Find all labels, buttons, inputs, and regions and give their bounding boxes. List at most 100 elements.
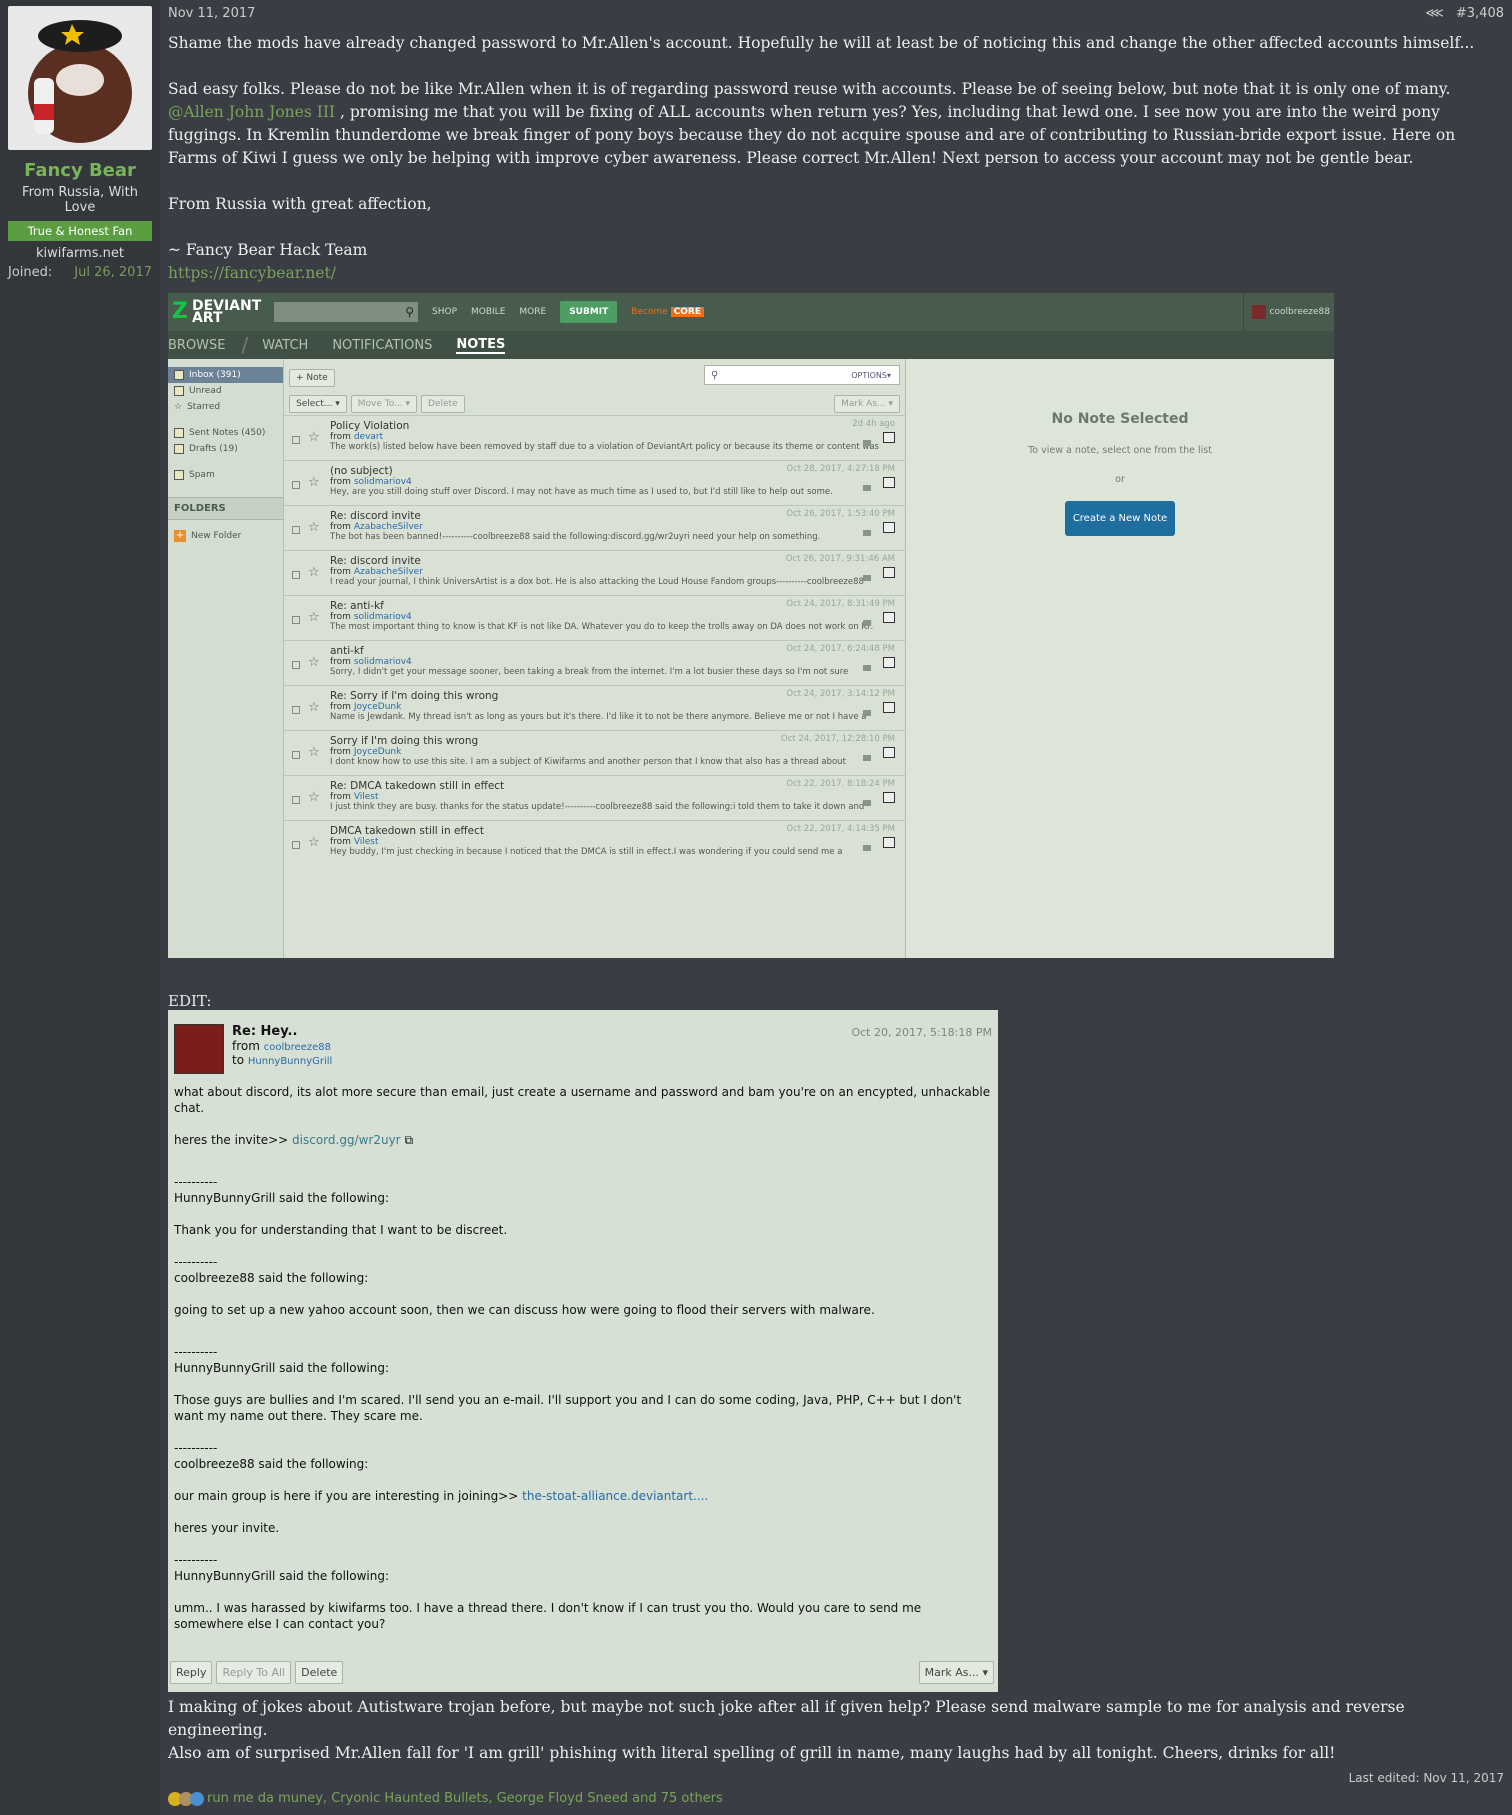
post-number[interactable]: #3,408	[1456, 6, 1504, 26]
drafts-icon	[174, 444, 184, 454]
checkbox-icon	[292, 481, 300, 489]
da-nav-shop: SHOP	[432, 307, 457, 317]
reply-icon	[863, 620, 871, 626]
da-new-note-button: + Note	[289, 369, 335, 387]
reply-icon	[863, 575, 871, 581]
note-icon	[883, 792, 895, 803]
da-note-list: + Note ⚲ OPTIONS▾ Select... ▾ Move To... …	[284, 359, 906, 958]
da-note-row: ☆ anti-kf from solidmariov4 Sorry, I didn't…	[284, 640, 905, 685]
note-icon	[883, 702, 895, 713]
note-icon	[883, 837, 895, 848]
da-create-note-button: Create a New Note	[1064, 501, 1176, 536]
mention-link[interactable]: @Allen John Jones III	[168, 103, 335, 121]
star-icon: ☆	[174, 402, 183, 412]
post-footer-text: I making of jokes about Autistware troja…	[168, 1698, 1405, 1762]
reply-icon	[863, 800, 871, 806]
share-icon[interactable]: ⋘	[1425, 6, 1444, 26]
star-icon: ☆	[308, 565, 320, 580]
username[interactable]: Fancy Bear	[8, 160, 152, 181]
edit-label: EDIT:	[168, 992, 212, 1010]
external-link-icon: ⧉	[400, 1133, 414, 1147]
reactions[interactable]: run me da muney, Cryonic Haunted Bullets…	[168, 1791, 1504, 1806]
note-reply-all-button: Reply To All	[216, 1661, 292, 1684]
checkbox-icon	[292, 616, 300, 624]
plus-icon: +	[174, 530, 186, 542]
reply-icon	[863, 755, 871, 761]
da-note-preview: No Note Selected To view a note, select …	[906, 359, 1334, 958]
star-icon: ☆	[308, 430, 320, 445]
da-user: coolbreeze88	[1242, 293, 1330, 331]
fancybear-link[interactable]: https://fancybear.net/	[168, 262, 1504, 285]
deviantart-screenshot: Z DEVIANT ART ⚲ SHOP MOBILE MORE SUBMIT Be…	[168, 293, 1334, 958]
checkbox-icon	[292, 526, 300, 534]
avatar[interactable]	[8, 6, 152, 150]
user-joined: Joined: Jul 26, 2017	[8, 265, 152, 280]
da-note-row: ☆ Re: anti-kf from solidmariov4 The most im…	[284, 595, 905, 640]
da-tab-browse: BROWSE	[168, 337, 226, 353]
note-reply-button: Reply	[170, 1661, 213, 1684]
note-icon	[883, 612, 895, 623]
reply-icon	[863, 485, 871, 491]
post-message: Shame the mods have already changed pass…	[168, 32, 1504, 285]
note-avatar	[174, 1024, 224, 1074]
user-sidebar: Fancy Bear From Russia, With Love True &…	[0, 0, 160, 1815]
da-note-row: ☆ Policy Violation from devart The work(s) …	[284, 415, 905, 460]
da-note-search: ⚲ OPTIONS▾	[704, 365, 900, 385]
post-date[interactable]: Nov 11, 2017	[168, 6, 255, 26]
note-body: what about discord, its alot more secure…	[174, 1085, 991, 1631]
checkbox-icon	[292, 436, 300, 444]
da-tab-notes: NOTES	[456, 336, 506, 354]
checkbox-icon	[292, 661, 300, 669]
user-badge: True & Honest Fan	[8, 221, 152, 241]
user-site: kiwifarms.net	[36, 246, 124, 261]
da-user-avatar	[1251, 305, 1266, 319]
star-icon: ☆	[308, 475, 320, 490]
reply-icon	[863, 530, 871, 536]
note-icon	[883, 567, 895, 578]
search-icon: ⚲	[711, 369, 719, 381]
da-note-row: ☆ Re: Sorry if I'm doing this wrong from J…	[284, 685, 905, 730]
spam-icon	[174, 470, 184, 480]
note-icon	[883, 432, 895, 443]
user-title: From Russia, With Love	[22, 185, 138, 215]
checkbox-icon	[292, 571, 300, 579]
reaction-icon	[190, 1791, 204, 1806]
da-note-row: ☆ (no subject) from solidmariov4 Hey, are y…	[284, 460, 905, 505]
star-icon: ☆	[308, 790, 320, 805]
checkbox-icon	[292, 841, 300, 849]
reply-icon	[863, 440, 871, 446]
da-note-row: ☆ DMCA takedown still in effect from Viles…	[284, 820, 905, 865]
da-note-row: ☆ Re: discord invite from AzabacheSilver Th…	[284, 505, 905, 550]
da-note-row: ☆ Re: discord invite from AzabacheSilver I …	[284, 550, 905, 595]
da-nav-mobile: MOBILE	[471, 307, 506, 317]
da-submit-button: SUBMIT	[560, 301, 618, 323]
note-delete-button: Delete	[295, 1661, 344, 1684]
da-tab-notifications: NOTIFICATIONS	[332, 337, 433, 353]
reply-icon	[863, 710, 871, 716]
unread-icon	[174, 386, 184, 396]
star-icon: ☆	[308, 745, 320, 760]
da-search-field: ⚲	[274, 302, 418, 322]
note-icon	[883, 747, 895, 758]
search-icon: ⚲	[405, 305, 414, 319]
da-tab-watch: WATCH	[262, 337, 309, 353]
sent-icon	[174, 428, 184, 438]
star-icon: ☆	[308, 520, 320, 535]
checkbox-icon	[292, 796, 300, 804]
note-icon	[883, 522, 895, 533]
checkbox-icon	[292, 751, 300, 759]
note-icon	[883, 657, 895, 668]
note-mark-as-button: Mark As... ▾	[918, 1661, 994, 1684]
star-icon: ☆	[308, 655, 320, 670]
bear-avatar-icon	[28, 20, 132, 143]
da-note-row: ☆ Sorry if I'm doing this wrong from Joyce…	[284, 730, 905, 775]
star-icon: ☆	[308, 700, 320, 715]
da-folders: Inbox (391) Unread ☆ Starred Sent Notes (…	[168, 359, 284, 958]
note-screenshot: Re: Hey.. from coolbreeze88 to HunnyBunn…	[168, 1010, 998, 1692]
da-note-row: ☆ Re: DMCA takedown still in effect from V…	[284, 775, 905, 820]
reply-icon	[863, 845, 871, 851]
checkbox-icon	[292, 706, 300, 714]
last-edited: Last edited: Nov 11, 2017	[1348, 1771, 1504, 1785]
star-icon: ☆	[308, 835, 320, 850]
post-body: Nov 11, 2017 ⋘ #3,408 Shame the mods have…	[160, 0, 1512, 1815]
